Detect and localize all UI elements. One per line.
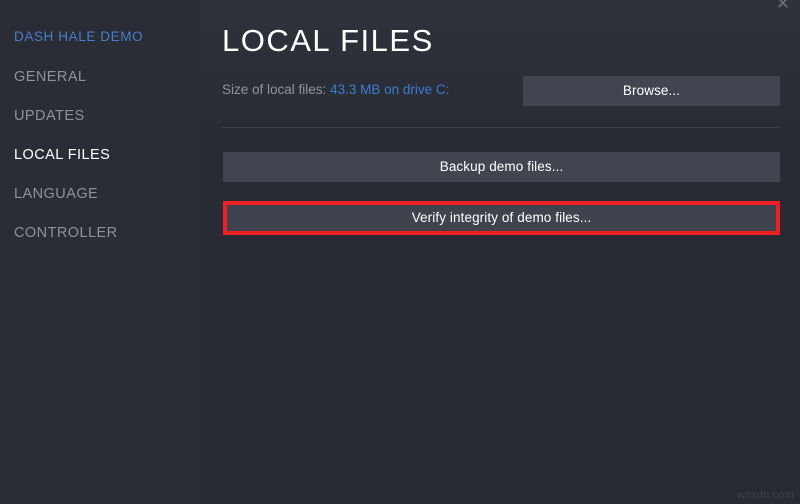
properties-window: DASH HALE DEMO GENERAL UPDATES LOCAL FIL…	[0, 0, 800, 504]
verify-integrity-button[interactable]: Verify integrity of demo files...	[227, 205, 776, 231]
sidebar: DASH HALE DEMO GENERAL UPDATES LOCAL FIL…	[0, 0, 200, 504]
sidebar-content: DASH HALE DEMO GENERAL UPDATES LOCAL FIL…	[0, 0, 200, 242]
browse-button[interactable]: Browse...	[523, 76, 780, 106]
local-files-size-row: Size of local files: 43.3 MB on drive C:	[222, 81, 449, 99]
page-title: LOCAL FILES	[222, 23, 434, 58]
content-panel: ✕ LOCAL FILES Size of local files: 43.3 …	[200, 0, 800, 504]
close-icon[interactable]: ✕	[772, 0, 794, 15]
backup-demo-files-button[interactable]: Backup demo files...	[223, 152, 780, 182]
section-divider	[222, 127, 780, 128]
app-title: DASH HALE DEMO	[14, 29, 144, 44]
sidebar-item-local-files[interactable]: LOCAL FILES	[0, 146, 200, 164]
size-label: Size of local files:	[222, 82, 327, 97]
sidebar-item-controller[interactable]: CONTROLLER	[0, 224, 200, 242]
sidebar-item-language[interactable]: LANGUAGE	[0, 185, 200, 203]
sidebar-item-updates[interactable]: UPDATES	[0, 107, 200, 125]
sidebar-item-general[interactable]: GENERAL	[0, 68, 200, 86]
size-value: 43.3 MB on drive C:	[330, 82, 450, 97]
watermark: wsxdn.com	[737, 489, 794, 501]
